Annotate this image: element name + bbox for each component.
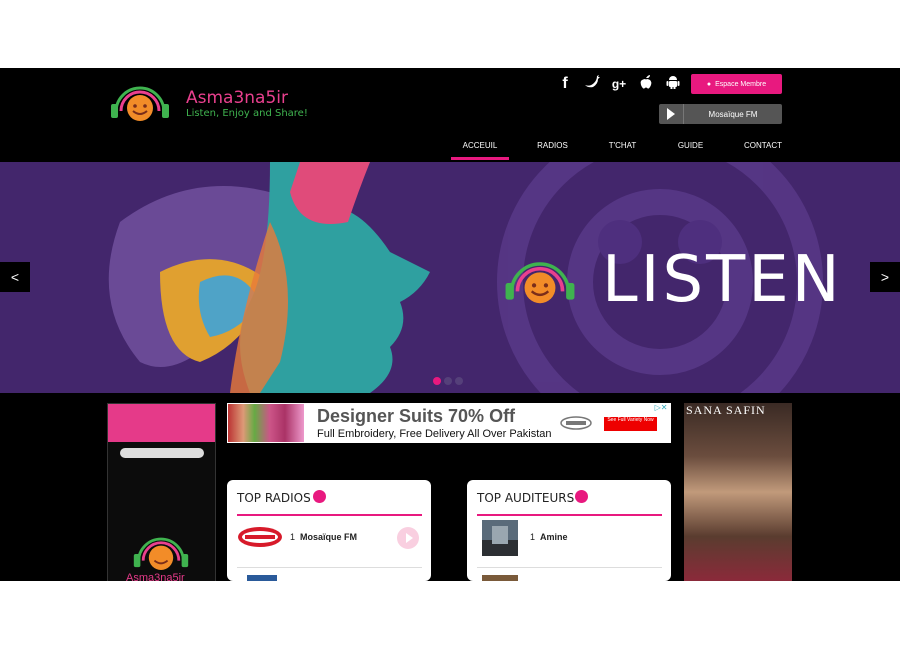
site-logo[interactable]: [108, 84, 172, 124]
nav-radios[interactable]: RADIOS: [530, 140, 575, 160]
ad-cta-button[interactable]: See Full Variety Now: [604, 417, 657, 431]
top-auditeurs-panel: TOP AUDITEURS 1 Amine: [467, 480, 671, 581]
hero-next-button[interactable]: >: [870, 262, 900, 292]
espace-membre-label: Espace Membre: [715, 80, 767, 88]
phone-speaker: [120, 448, 204, 458]
row-rank: 1: [290, 532, 296, 542]
espace-membre-button[interactable]: ● Espace Membre: [691, 74, 782, 94]
social-links: f g+: [556, 74, 682, 94]
hero-prev-button[interactable]: <: [0, 262, 30, 292]
row-rank: 1: [530, 532, 536, 542]
slider-dot[interactable]: [455, 377, 463, 385]
ad-product-image: [228, 404, 304, 442]
mosaique-fm-logo: [238, 527, 282, 547]
phone-app-name: Asma3na5ir: [126, 572, 185, 581]
info-icon: [313, 490, 326, 503]
ad-banner-top[interactable]: Designer Suits 70% Off Full Embroidery, …: [227, 403, 671, 443]
twitter-icon[interactable]: [583, 74, 601, 94]
nav-tchat[interactable]: T'CHAT: [600, 140, 645, 160]
row-separator: [237, 567, 422, 568]
user-avatar: [482, 520, 518, 556]
slider-dot[interactable]: [444, 377, 452, 385]
brand-tagline: Listen, Enjoy and Share!: [186, 108, 308, 119]
panel-divider: [477, 514, 662, 516]
next-radio-thumb: [247, 575, 277, 581]
ad-banner-right[interactable]: SANA SAFIN: [684, 403, 792, 581]
listen-logo-icon: [505, 262, 575, 304]
nav-contact[interactable]: CONTACT: [738, 140, 788, 160]
phone-app-logo: [133, 537, 189, 570]
ad-brand-logo: [560, 416, 592, 430]
top-radios-panel: TOP RADIOS 1 Mosaïque FM: [227, 480, 431, 581]
ad-choices-icon[interactable]: ▷✕: [651, 403, 671, 412]
top-auditeurs-title: TOP AUDITEURS: [477, 491, 575, 505]
row-separator: [477, 567, 662, 568]
user-icon: ●: [706, 80, 712, 88]
play-icon: [667, 108, 675, 120]
ad-title: Designer Suits 70% Off: [317, 406, 516, 426]
row-radio-name[interactable]: Mosaïque FM: [300, 532, 357, 542]
panel-divider: [237, 514, 422, 516]
google-plus-icon[interactable]: g+: [610, 74, 628, 94]
nav-acceuil[interactable]: ACCEUIL: [451, 140, 509, 160]
facebook-icon[interactable]: f: [556, 74, 574, 94]
website: Asma3na5ir Listen, Enjoy and Share! f g+…: [0, 68, 900, 581]
row-user-name[interactable]: Amine: [540, 532, 568, 542]
radio-player[interactable]: Mosaïque FM: [659, 104, 782, 124]
next-user-thumb: [482, 575, 518, 581]
ad-right-brand: SANA SAFIN: [686, 403, 766, 417]
hero-slider: LISTEN < >: [0, 162, 900, 393]
brand-name: Asma3na5ir: [186, 88, 288, 108]
top-radios-title: TOP RADIOS: [237, 491, 311, 505]
nav-guide[interactable]: GUIDE: [668, 140, 713, 160]
row-play-button[interactable]: [397, 527, 419, 549]
android-icon[interactable]: [664, 74, 682, 94]
ad-subtitle: Full Embroidery, Free Delivery All Over …: [317, 428, 552, 440]
player-play-button[interactable]: [659, 104, 684, 124]
info-icon: [575, 490, 588, 503]
slider-dots: [433, 377, 463, 385]
app-phone-mockup[interactable]: Asma3na5ir: [107, 403, 216, 581]
hero-headline: LISTEN: [602, 243, 843, 317]
slider-dot[interactable]: [433, 377, 441, 385]
apple-icon[interactable]: [637, 74, 655, 94]
player-station-label: Mosaïque FM: [708, 109, 758, 119]
play-icon: [405, 533, 413, 543]
phone-header: [108, 404, 215, 442]
